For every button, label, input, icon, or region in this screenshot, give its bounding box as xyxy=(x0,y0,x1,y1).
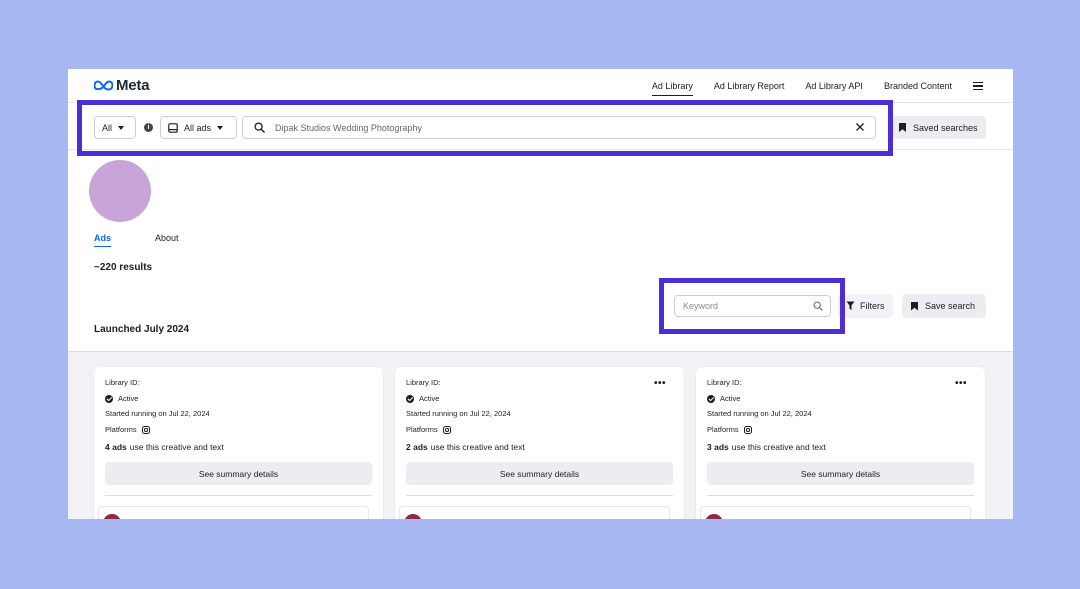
saved-searches-label: Saved searches xyxy=(913,122,978,133)
nav-branded-content[interactable]: Branded Content xyxy=(884,69,952,103)
library-id: Library ID: xyxy=(105,378,140,387)
platforms-line: Platforms xyxy=(406,425,451,434)
results-count: ~220 results xyxy=(94,262,153,273)
app-window: Meta Ad Library Ad Library Report Ad Lib… xyxy=(68,69,1013,519)
platforms-label: Platforms xyxy=(105,425,137,434)
search-icon xyxy=(813,301,823,311)
ads-count-line: 3 ads use this creative and text xyxy=(707,442,826,452)
instagram-icon xyxy=(442,425,451,434)
started-running: Started running on Jul 22, 2024 xyxy=(105,409,210,418)
keyword-input[interactable]: Keyword xyxy=(674,295,831,317)
ad-preview[interactable] xyxy=(700,506,971,519)
ads-count-text: use this creative and text xyxy=(731,442,826,452)
ad-type-dropdown[interactable]: All ads xyxy=(160,116,237,139)
status-line: Active xyxy=(707,394,740,403)
bookmark-icon xyxy=(911,301,918,311)
divider xyxy=(707,495,974,496)
saved-searches-button[interactable]: Saved searches xyxy=(889,116,986,139)
divider xyxy=(105,495,372,496)
avatar xyxy=(404,514,422,519)
platforms-label: Platforms xyxy=(406,425,438,434)
ad-display-icon xyxy=(168,122,178,133)
ad-card: ••• Library ID: Active Started running o… xyxy=(696,367,985,519)
menu-icon[interactable] xyxy=(973,82,983,90)
platforms-line: Platforms xyxy=(105,425,150,434)
status-line: Active xyxy=(105,394,138,403)
ad-card: Library ID: Active Started running on Ju… xyxy=(94,367,383,519)
country-value: All xyxy=(102,122,113,133)
ads-count: 4 ads xyxy=(105,442,127,452)
tab-ads[interactable]: Ads xyxy=(94,233,112,247)
section-heading: Launched July 2024 xyxy=(94,324,190,335)
nav-ad-library[interactable]: Ad Library xyxy=(651,69,693,103)
more-options-icon[interactable]: ••• xyxy=(955,378,967,389)
instagram-icon xyxy=(141,425,150,434)
filter-icon xyxy=(846,301,855,310)
tab-about[interactable]: About xyxy=(155,233,179,247)
nav-links: Ad Library Ad Library Report Ad Library … xyxy=(651,69,983,103)
see-summary-details-button[interactable]: See summary details xyxy=(105,462,372,485)
brand-name: Meta xyxy=(116,77,150,94)
platforms-line: Platforms xyxy=(707,425,752,434)
check-circle-icon xyxy=(406,394,414,403)
nav-ad-library-api[interactable]: Ad Library API xyxy=(805,69,863,103)
ads-count: 3 ads xyxy=(707,442,729,452)
save-search-label: Save search xyxy=(925,301,976,311)
chevron-down-icon xyxy=(217,125,224,130)
more-options-icon[interactable]: ••• xyxy=(654,378,666,389)
check-circle-icon xyxy=(105,394,113,403)
filters-button[interactable]: Filters xyxy=(838,294,893,318)
ad-preview[interactable] xyxy=(98,506,369,519)
meta-infinity-icon xyxy=(94,80,113,91)
search-query: Dipak Studios Wedding Photography xyxy=(275,122,422,133)
instagram-icon xyxy=(743,425,752,434)
profile-tabs: Ads About xyxy=(94,233,179,247)
ads-count-text: use this creative and text xyxy=(430,442,525,452)
ad-card: ••• Library ID: Active Started running o… xyxy=(395,367,684,519)
started-running: Started running on Jul 22, 2024 xyxy=(707,409,812,418)
meta-logo[interactable]: Meta xyxy=(94,77,150,94)
status-text: Active xyxy=(720,394,741,403)
search-bar-row: All i All ads Dipak Studios Wedding Phot… xyxy=(68,104,1013,150)
keyword-placeholder: Keyword xyxy=(683,301,719,311)
ads-count: 2 ads xyxy=(406,442,428,452)
ads-count-line: 4 ads use this creative and text xyxy=(105,442,224,452)
check-circle-icon xyxy=(707,394,715,403)
started-running: Started running on Jul 22, 2024 xyxy=(406,409,511,418)
ads-count-text: use this creative and text xyxy=(129,442,224,452)
save-search-button[interactable]: Save search xyxy=(902,294,986,318)
close-icon[interactable] xyxy=(855,122,865,132)
library-id: Library ID: xyxy=(406,378,441,387)
status-text: Active xyxy=(419,394,440,403)
divider xyxy=(406,495,673,496)
ad-preview[interactable] xyxy=(399,506,670,519)
country-dropdown[interactable]: All xyxy=(94,116,136,139)
search-input[interactable]: Dipak Studios Wedding Photography xyxy=(242,116,876,139)
platforms-label: Platforms xyxy=(707,425,739,434)
ads-results-area: Library ID: Active Started running on Ju… xyxy=(68,351,1013,519)
avatar xyxy=(705,514,723,519)
top-navigation: Meta Ad Library Ad Library Report Ad Lib… xyxy=(68,69,1013,103)
filters-label: Filters xyxy=(860,301,885,311)
see-summary-details-button[interactable]: See summary details xyxy=(707,462,974,485)
see-summary-details-button[interactable]: See summary details xyxy=(406,462,673,485)
status-line: Active xyxy=(406,394,439,403)
ads-count-line: 2 ads use this creative and text xyxy=(406,442,525,452)
ad-type-value: All ads xyxy=(184,122,212,133)
nav-ad-library-report[interactable]: Ad Library Report xyxy=(714,69,785,103)
library-id: Library ID: xyxy=(707,378,742,387)
status-text: Active xyxy=(118,394,139,403)
page-avatar xyxy=(89,160,151,222)
info-icon[interactable]: i xyxy=(144,123,153,132)
chevron-down-icon xyxy=(118,125,125,130)
avatar xyxy=(103,514,121,519)
search-icon xyxy=(254,122,265,133)
bookmark-icon xyxy=(899,123,906,132)
